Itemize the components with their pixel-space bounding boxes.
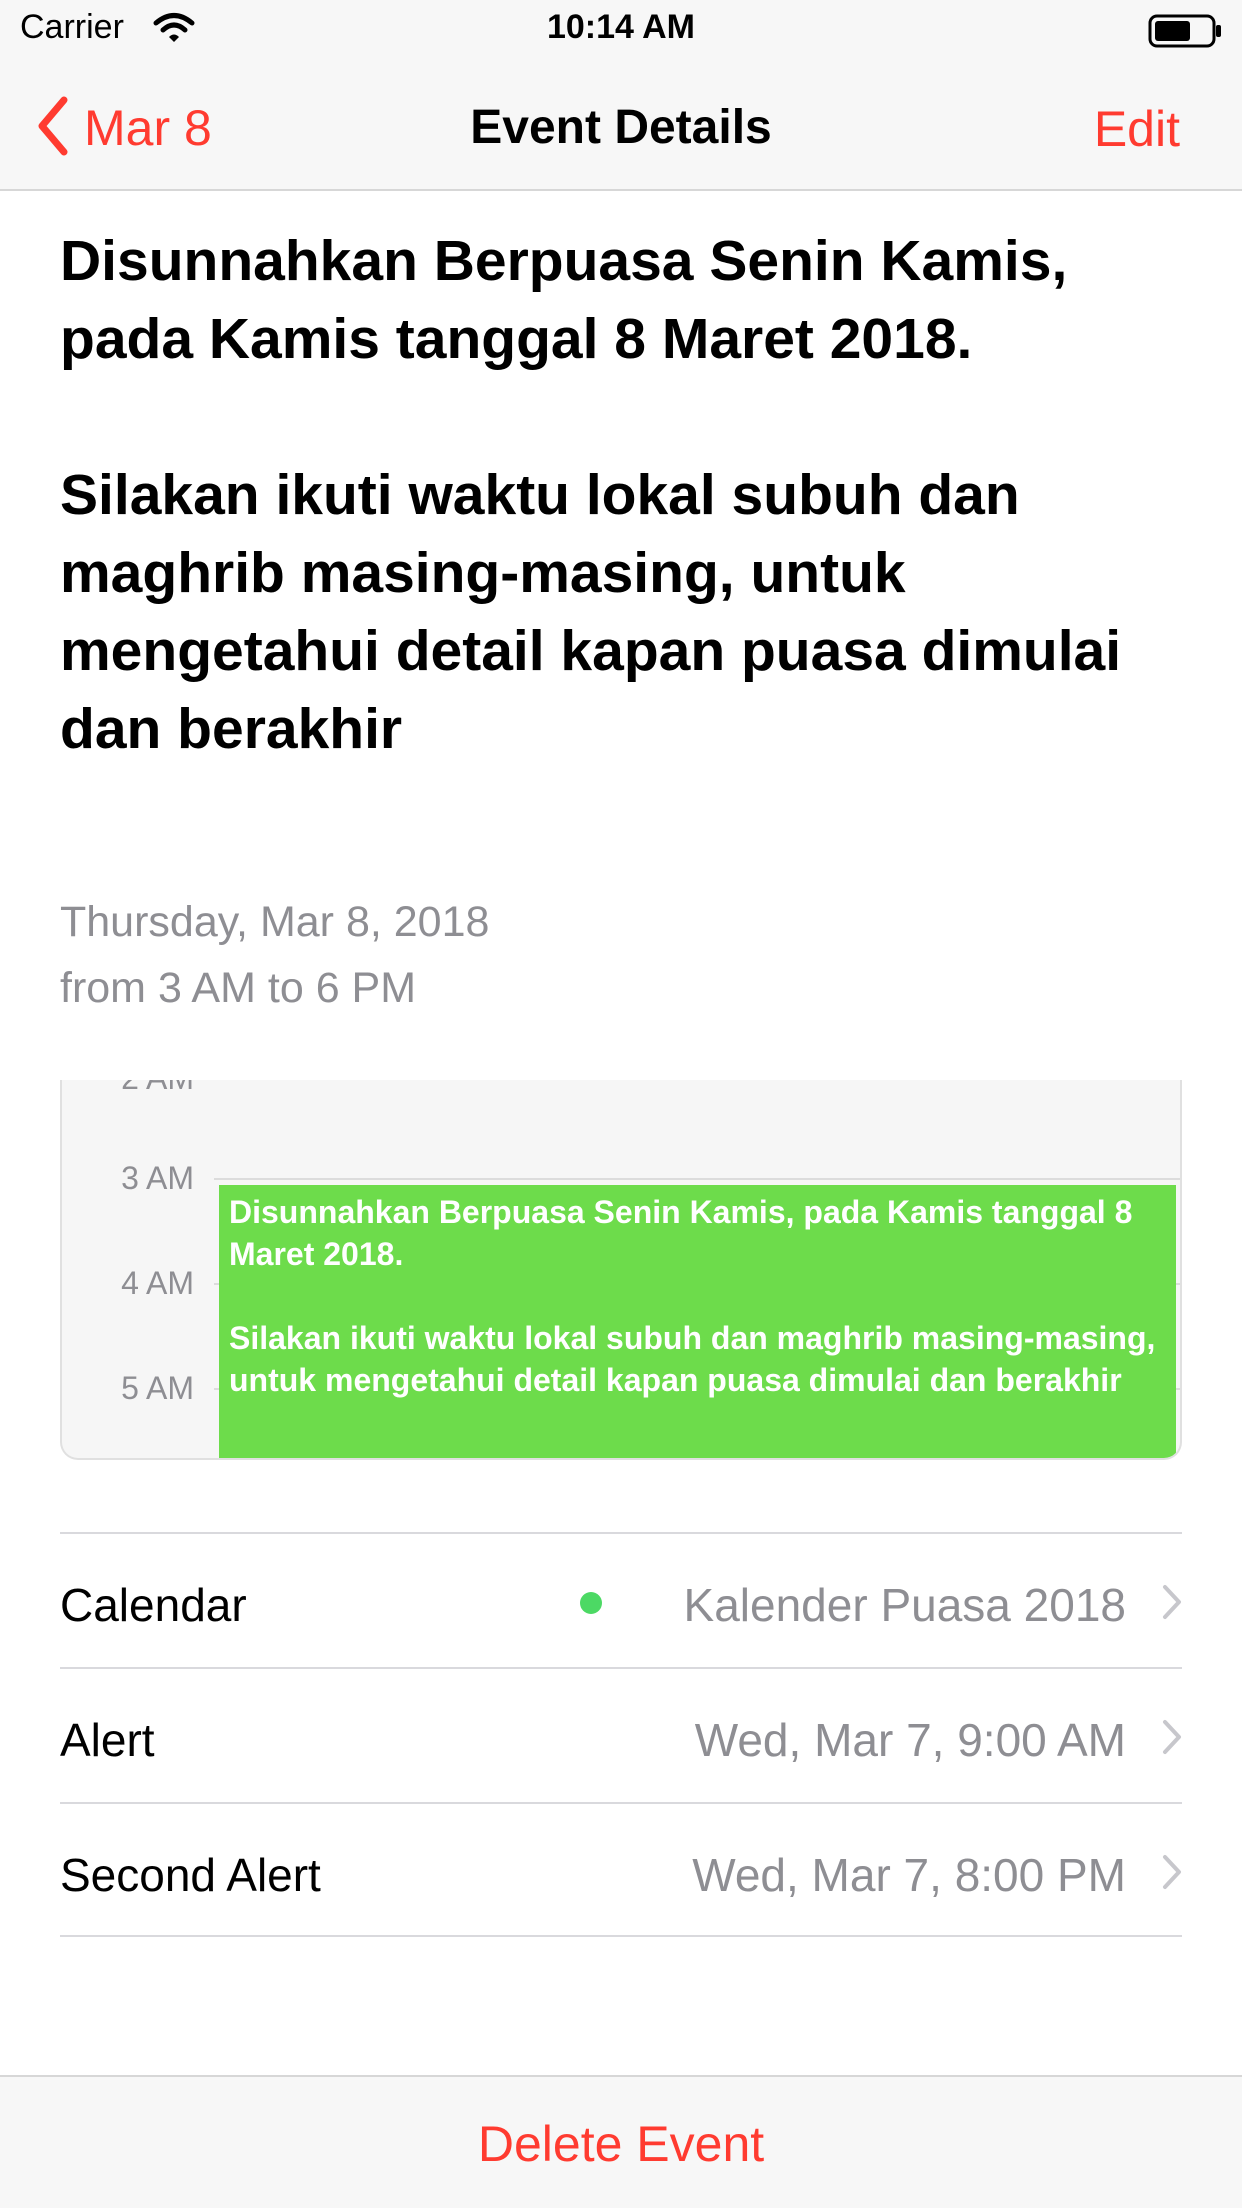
hour-label: 5 AM <box>121 1370 194 1406</box>
chevron-right-icon <box>1162 1584 1182 1625</box>
page-title: Event Details <box>470 101 772 154</box>
chevron-right-icon <box>1162 1719 1182 1760</box>
hour-label: 3 AM <box>121 1160 194 1196</box>
hour-label: 2 AM <box>102 1080 194 1097</box>
second-alert-label: Second Alert <box>60 1849 321 1901</box>
alert-label: Alert <box>60 1714 155 1766</box>
delete-event-button[interactable]: Delete Event <box>0 2115 1242 2173</box>
event-title: Disunnahkan Berpuasa Senin Kamis, pada K… <box>60 229 1122 761</box>
hour-gridline <box>214 1178 1180 1180</box>
calendar-row[interactable]: Calendar Kalender Puasa 2018 <box>60 1532 1182 1667</box>
edit-button[interactable]: Edit <box>1094 100 1180 158</box>
calendar-label: Calendar <box>60 1579 247 1631</box>
event-block[interactable]: Disunnahkan Berpuasa Senin Kamis, pada K… <box>219 1185 1176 1458</box>
navigation-bar: Mar 8 Event Details Edit <box>0 60 1242 191</box>
calendar-color-dot <box>580 1592 602 1614</box>
bottom-toolbar: Delete Event <box>0 2075 1242 2208</box>
day-preview[interactable]: 2 AM 3 AM 4 AM 5 AM Disunnahkan Berpuasa… <box>60 1080 1182 1460</box>
event-time-range: from 3 AM to 6 PM <box>60 964 417 1012</box>
alert-row[interactable]: Alert Wed, Mar 7, 9:00 AM <box>60 1667 1182 1802</box>
second-alert-value: Wed, Mar 7, 8:00 PM <box>692 1849 1126 1901</box>
battery-icon <box>1148 14 1224 53</box>
clock: 10:14 AM <box>546 8 696 46</box>
event-date: Thursday, Mar 8, 2018 <box>60 898 490 946</box>
second-alert-row[interactable]: Second Alert Wed, Mar 7, 8:00 PM <box>60 1802 1182 1937</box>
status-bar: Carrier 10:14 AM <box>0 0 1242 60</box>
chevron-right-icon <box>1162 1854 1182 1895</box>
hour-label: 4 AM <box>121 1265 194 1301</box>
alert-value: Wed, Mar 7, 9:00 AM <box>694 1714 1126 1766</box>
calendar-value: Kalender Puasa 2018 <box>683 1579 1126 1631</box>
